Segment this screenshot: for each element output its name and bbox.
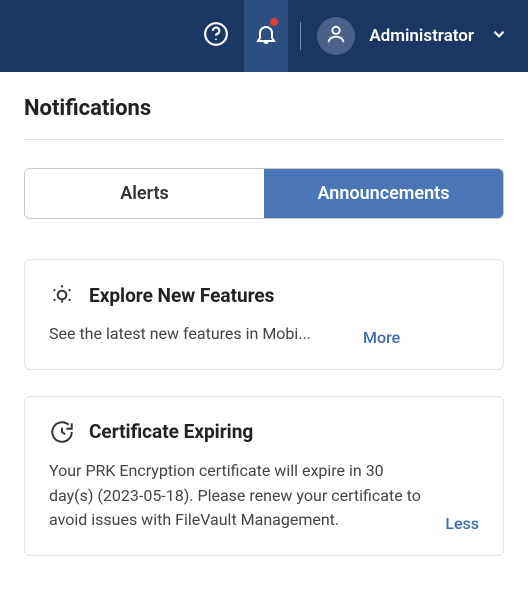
card-body-row: Your PRK Encryption certificate will exp… [49,459,479,533]
card-body-row: See the latest new features in Mobi... M… [49,322,479,347]
user-menu-toggle[interactable] [490,25,508,47]
card-title: Explore New Features [89,284,274,307]
card-header: Explore New Features [49,282,479,308]
chevron-down-icon [490,25,508,47]
topbar: Administrator [0,0,528,72]
announcement-card: Certificate Expiring Your PRK Encryption… [24,396,504,556]
more-link[interactable]: More [363,328,400,347]
topbar-divider [300,22,301,50]
avatar[interactable] [317,17,355,55]
clock-refresh-icon [49,419,75,445]
lightbulb-icon [49,282,75,308]
less-link[interactable]: Less [445,514,479,533]
announcement-card: Explore New Features See the latest new … [24,259,504,370]
help-button[interactable] [194,0,238,72]
divider [24,139,504,140]
notifications-button[interactable] [244,0,288,72]
user-label[interactable]: Administrator [369,26,474,46]
card-header: Certificate Expiring [49,419,479,445]
tab-announcements[interactable]: Announcements [264,169,503,218]
page-title: Notifications [24,96,504,121]
bell-icon [254,22,278,50]
user-icon [325,23,347,49]
card-body: See the latest new features in Mobi... [49,322,349,347]
card-title: Certificate Expiring [89,420,253,443]
tabs: Alerts Announcements [24,168,504,219]
help-icon [203,21,229,51]
tab-alerts[interactable]: Alerts [25,169,264,218]
card-body: Your PRK Encryption certificate will exp… [49,459,431,533]
content: Notifications Alerts Announcements Explo… [0,72,528,556]
